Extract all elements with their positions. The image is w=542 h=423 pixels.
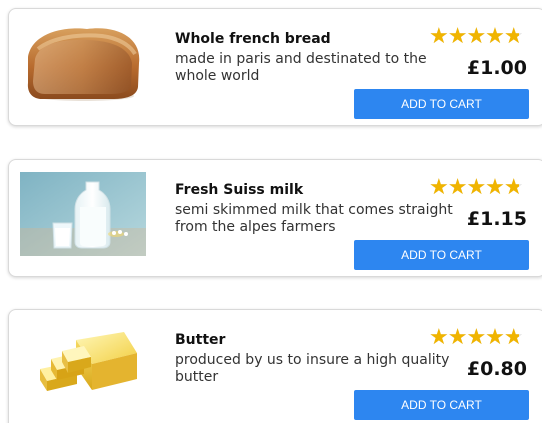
add-to-cart-button[interactable]: ADD TO CART [354, 390, 529, 420]
product-card: Fresh Suiss milk semi skimmed milk that … [8, 159, 542, 277]
product-card: Whole french bread made in paris and des… [8, 8, 542, 126]
product-price: £1.00 [466, 57, 527, 79]
product-title: Butter [175, 332, 226, 348]
star-filled-icon: ★★★★★ [429, 326, 519, 348]
product-price: £1.15 [466, 208, 527, 230]
product-price: £0.80 [466, 358, 527, 380]
bread-image [20, 21, 146, 105]
rating-stars: ★★★★★ ★★★★★ [429, 176, 529, 198]
add-to-cart-button[interactable]: ADD TO CART [354, 89, 529, 119]
product-description: made in paris and destinated to the whol… [175, 51, 427, 84]
star-filled-icon: ★★★★★ [429, 176, 519, 198]
add-to-cart-button[interactable]: ADD TO CART [354, 240, 529, 270]
rating-stars: ★★★★★ ★★★★★ [429, 326, 529, 348]
product-card: Butter produced by us to insure a high q… [8, 309, 542, 423]
product-description: semi skimmed milk that comes straight fr… [175, 202, 453, 235]
product-title: Whole french bread [175, 31, 331, 47]
butter-image [20, 322, 146, 406]
rating-stars: ★★★★★ ★★★★★ [429, 25, 529, 47]
product-list: Whole french bread made in paris and des… [0, 0, 542, 423]
milk-image [20, 172, 146, 256]
product-description: produced by us to insure a high quality … [175, 352, 450, 385]
product-title: Fresh Suiss milk [175, 182, 304, 198]
star-filled-icon: ★★★★★ [429, 25, 519, 47]
